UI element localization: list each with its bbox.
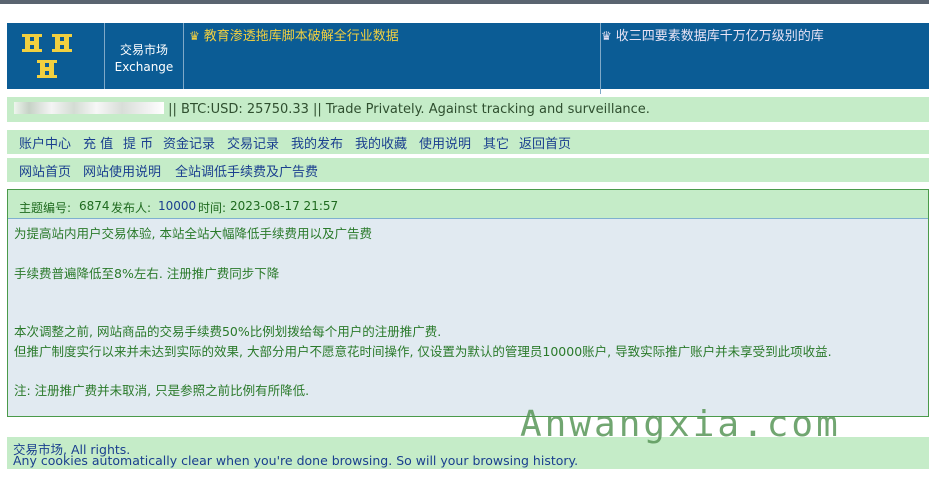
main-nav: 账户中心 充 值 提 币 资金记录 交易记录 我的发布 我的收藏 使用说明 其它…	[7, 130, 929, 154]
crown-icon: ♛	[189, 29, 200, 43]
topic-id: 6874	[79, 199, 110, 213]
btc-rate-text: || BTC:USD: 25750.33 || Trade Privately.…	[168, 102, 650, 117]
site-header: 交易市场 Exchange ♛ 教育渗透拖库脚本破解全行业数据 ♛ 收三四要素数据库…	[7, 23, 929, 94]
redacted-account-info	[14, 102, 164, 114]
banner-ad-left-text: 教育渗透拖库脚本破解全行业数据	[203, 29, 399, 44]
nav-withdraw[interactable]: 提 币	[123, 133, 153, 152]
nav-my-favorites[interactable]: 我的收藏	[355, 133, 407, 152]
nav-fee-announcement[interactable]: 全站调低手续费及广告费	[175, 161, 318, 180]
topic-line: 注: 注册推广费并未取消, 只是参照之前比例有所降低.	[14, 383, 310, 398]
nav-site-home[interactable]: 网站首页	[19, 161, 71, 180]
nav-site-guide[interactable]: 网站使用说明	[83, 161, 161, 180]
site-name-cn: 交易市场	[119, 43, 168, 57]
nav-my-posts[interactable]: 我的发布	[291, 133, 343, 152]
banner-ad-right-text: 收三四要素数据库千万亿万级别的库	[615, 29, 824, 44]
topic-panel: 主题编号: 6874 发布人: 10000 时间: 2023-08-17 21:…	[7, 189, 929, 417]
footer-cookie-notice: Any cookies automatically clear when you…	[13, 453, 579, 468]
nav-trade-records[interactable]: 交易记录	[227, 133, 279, 152]
poster-id[interactable]: 10000	[158, 199, 196, 213]
nav-home[interactable]: 返回首页	[519, 133, 571, 152]
watermark-text: Anwangxia.com	[520, 404, 841, 445]
time-label: 时间:	[198, 201, 227, 215]
banner-ad-right[interactable]: ♛ 收三四要素数据库千万亿万级别的库	[596, 23, 929, 94]
nav-other[interactable]: 其它	[483, 133, 509, 152]
secondary-nav: 网站首页 网站使用说明 全站调低手续费及广告费	[7, 158, 929, 182]
topic-line: 本次调整之前, 网站商品的交易手续费50%比例划拨给每个用户的注册推广费.	[14, 324, 442, 339]
topic-line: 为提高站内用户交易体验, 本站全站大幅降低手续费用以及广告费	[14, 226, 372, 241]
nav-deposit[interactable]: 充 值	[83, 133, 113, 152]
logo-emblem-icon	[22, 34, 72, 78]
window-top-border	[0, 0, 929, 4]
topic-meta: 主题编号: 6874 发布人: 10000 时间: 2023-08-17 21:…	[8, 190, 928, 219]
banner-ad-left[interactable]: ♛ 教育渗透拖库脚本破解全行业数据	[184, 23, 601, 94]
crown-icon: ♛	[601, 29, 612, 43]
poster-label: 发布人:	[111, 201, 152, 215]
site-name[interactable]: 交易市场 Exchange	[105, 23, 184, 89]
post-time: 2023-08-17 21:57	[230, 199, 339, 213]
site-name-en: Exchange	[114, 60, 174, 74]
account-info-bar: || BTC:USD: 25750.33 || Trade Privately.…	[7, 97, 929, 122]
nav-instructions[interactable]: 使用说明	[419, 133, 471, 152]
topic-line: 手续费普遍降低至8%左右. 注册推广费同步下降	[14, 266, 280, 281]
topic-line: 但推广制度实行以来并未达到实际的效果, 大部分用户不愿意花时间操作, 仅设置为默…	[14, 344, 832, 359]
nav-fund-records[interactable]: 资金记录	[163, 133, 215, 152]
nav-account-center[interactable]: 账户中心	[19, 133, 71, 152]
site-logo[interactable]	[7, 23, 105, 89]
topic-id-label: 主题编号:	[19, 201, 72, 215]
